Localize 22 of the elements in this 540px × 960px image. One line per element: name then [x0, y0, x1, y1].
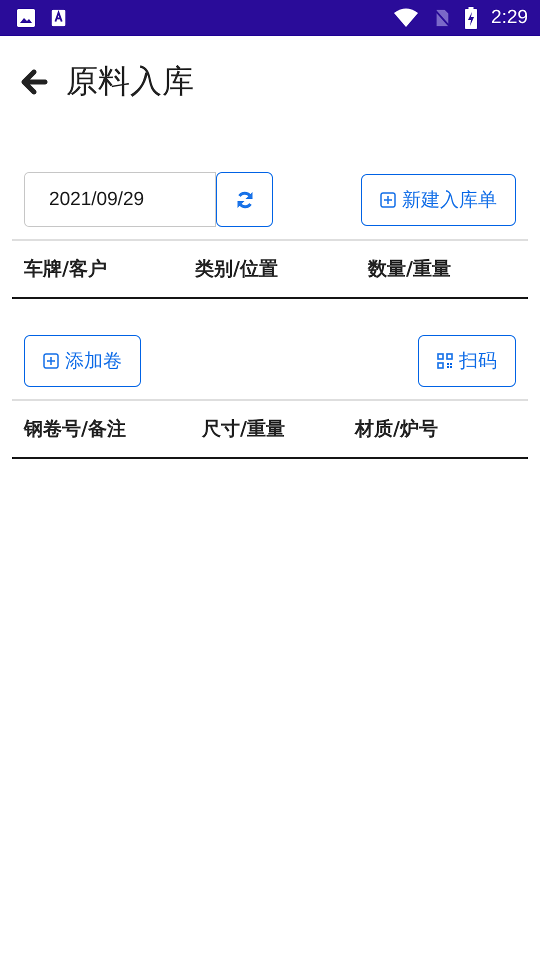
refresh-button[interactable] — [216, 172, 273, 227]
text-icon — [50, 8, 68, 28]
wifi-icon — [393, 8, 420, 28]
back-icon[interactable] — [20, 68, 48, 96]
add-coil-button[interactable]: 添加卷 — [24, 335, 141, 387]
new-order-button[interactable]: 新建入库单 — [361, 174, 516, 226]
refresh-icon — [234, 190, 254, 210]
column-header: 钢卷号/备注 — [24, 417, 127, 442]
column-header: 类别/位置 — [195, 257, 279, 282]
battery-icon — [465, 7, 478, 29]
image-icon — [16, 8, 36, 28]
qr-code-icon — [437, 353, 453, 369]
page-title: 原料入库 — [66, 61, 194, 102]
scan-button[interactable]: 扫码 — [418, 335, 516, 387]
status-time: 2:29 — [491, 7, 528, 29]
column-header: 材质/炉号 — [355, 417, 439, 442]
plus-square-icon — [380, 192, 396, 208]
column-header: 车牌/客户 — [24, 257, 108, 282]
column-header: 尺寸/重量 — [202, 417, 286, 442]
date-field[interactable]: 2021/09/29 — [24, 172, 216, 227]
column-header: 数量/重量 — [368, 257, 452, 282]
plus-square-icon — [43, 353, 59, 369]
